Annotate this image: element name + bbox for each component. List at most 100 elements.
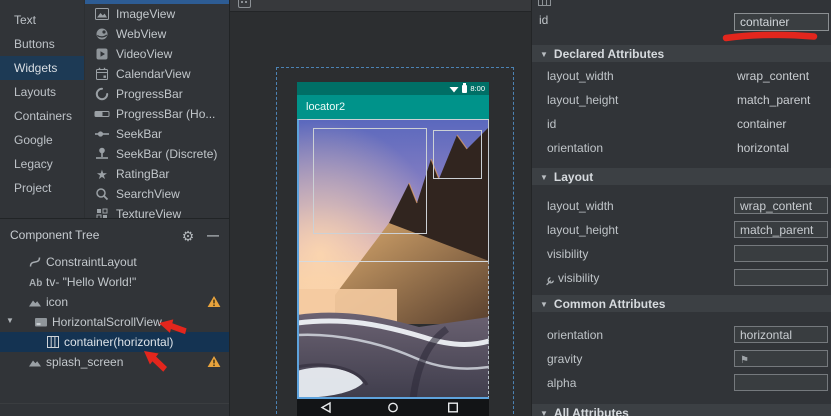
palette-category-text[interactable]: Text <box>0 8 84 32</box>
attr-row-visibility: visibility <box>532 242 831 266</box>
palette-category-widgets[interactable]: Widgets <box>0 56 84 80</box>
tree-item-icon[interactable]: icon <box>0 292 229 312</box>
component-tree-title: Component Tree <box>10 219 99 252</box>
svg-text:Ab: Ab <box>29 278 42 289</box>
attr-row-gravity: gravity ⚑ <box>532 347 831 371</box>
palette-widget-progressbar-horizontal[interactable]: ProgressBar (Ho... <box>85 104 229 124</box>
progressbar-icon <box>94 86 110 102</box>
attr-value-input[interactable] <box>734 269 828 286</box>
palette-widget-list: ImageView WebView VideoView CalendarView… <box>84 0 229 218</box>
palette-widget-seekbar[interactable]: SeekBar <box>85 124 229 144</box>
attr-row-layout-width: layout_width wrap_content <box>532 64 831 88</box>
attr-value-input[interactable]: wrap_content <box>734 197 828 214</box>
palette-widget-calendarview[interactable]: CalendarView <box>85 64 229 84</box>
palette-widget-ratingbar[interactable]: ★ RatingBar <box>85 164 229 184</box>
textureview-icon <box>94 206 110 218</box>
tree-item-label: HorizontalScrollView <box>52 315 162 329</box>
attr-value[interactable]: horizontal <box>737 136 789 160</box>
gear-icon[interactable]: ⚙ <box>179 227 197 245</box>
attr-row-orientation-declared: orientation horizontal <box>532 136 831 160</box>
tree-item-splash-screen[interactable]: splash_screen <box>0 352 229 372</box>
chevron-expanded-icon[interactable]: ▼ <box>6 316 14 325</box>
section-declared-attributes[interactable]: ▼Declared Attributes <box>532 45 831 62</box>
palette-widget-webview[interactable]: WebView <box>85 24 229 44</box>
wrench-icon <box>545 273 555 291</box>
palette-widget-imageview[interactable]: ImageView <box>85 4 229 24</box>
warning-icon[interactable] <box>207 355 221 371</box>
palette-category-buttons[interactable]: Buttons <box>0 32 84 56</box>
ratingbar-icon: ★ <box>94 166 110 182</box>
hide-panel-icon[interactable]: — <box>204 227 222 245</box>
palette-category-containers[interactable]: Containers <box>0 104 84 128</box>
device-app-bar: locator2 <box>297 95 489 119</box>
section-layout[interactable]: ▼ Layout <box>532 168 831 185</box>
palette-widget-label: ProgressBar (Ho... <box>116 107 215 121</box>
tree-item-label: container(horizontal) <box>64 335 173 349</box>
imageview-icon <box>94 6 110 22</box>
palette-category-project[interactable]: Project <box>0 176 84 200</box>
constraintlayout-icon <box>28 255 42 269</box>
palette-category-layouts[interactable]: Layouts <box>0 80 84 104</box>
palette-widget-label: SeekBar <box>116 127 162 141</box>
warning-icon[interactable] <box>207 295 221 311</box>
section-all-attributes[interactable]: ▼ All Attributes <box>532 404 831 416</box>
device-nav-bar <box>297 399 489 416</box>
palette-widget-label: RatingBar <box>116 167 169 181</box>
attr-value[interactable]: match_parent <box>737 88 810 112</box>
tree-item-constraintlayout[interactable]: ConstraintLayout <box>0 252 229 272</box>
tree-item-tv[interactable]: Ab tv- "Hello World!" <box>0 272 229 292</box>
palette-category-legacy[interactable]: Legacy <box>0 152 84 176</box>
palette-category-google[interactable]: Google <box>0 128 84 152</box>
tree-item-label: splash_screen <box>46 355 123 369</box>
attr-row-tools-visibility: visibility <box>532 266 831 290</box>
videoview-icon <box>94 46 110 62</box>
back-icon <box>322 403 330 412</box>
palette-widget-label: CalendarView <box>116 67 191 81</box>
canvas-toolbar-strip <box>230 0 531 12</box>
attr-row-id: id container <box>532 8 831 32</box>
attr-value-input[interactable]: match_parent <box>734 221 828 238</box>
attr-label: gravity <box>547 347 582 371</box>
attr-value-input[interactable] <box>734 245 828 262</box>
imageview-icon <box>28 355 42 369</box>
section-common-attributes[interactable]: ▼Common Attributes <box>532 295 831 312</box>
chevron-down-icon: ▼ <box>540 409 548 416</box>
palette-widget-label: VideoView <box>116 47 172 61</box>
palette-widget-label: ProgressBar <box>116 87 183 101</box>
component-type-icon <box>538 0 551 6</box>
section-title: All Attributes <box>554 406 629 416</box>
palette-categories: Text Buttons Widgets Layouts Containers … <box>0 8 84 200</box>
palette-widget-textureview[interactable]: TextureView <box>85 204 229 218</box>
tree-item-container-horizontal[interactable]: container(horizontal) <box>0 332 229 352</box>
device-icon[interactable] <box>238 0 251 8</box>
attr-label: id <box>539 8 548 32</box>
progressbar-horizontal-icon <box>94 106 110 122</box>
attr-label: layout_width <box>547 194 614 218</box>
attr-row-id-declared: id container <box>532 112 831 136</box>
attr-label: visibility <box>547 242 588 266</box>
attr-value[interactable]: wrap_content <box>737 64 809 88</box>
palette-widget-seekbar-discrete[interactable]: SeekBar (Discrete) <box>85 144 229 164</box>
palette-widget-progressbar[interactable]: ProgressBar <box>85 84 229 104</box>
attr-value-input[interactable] <box>734 374 828 391</box>
design-canvas[interactable]: 8:00 locator2 <box>230 0 531 416</box>
attr-value[interactable]: container <box>737 112 786 136</box>
seekbar-icon <box>94 126 110 142</box>
attr-row-alpha: alpha <box>532 371 831 395</box>
section-title: Layout <box>554 170 593 184</box>
attr-label: visibility <box>558 266 599 290</box>
attr-value-input[interactable]: horizontal <box>734 326 828 343</box>
tree-item-horizontalscrollview[interactable]: ▼ HorizontalScrollView <box>0 312 229 332</box>
chevron-down-icon: ▼ <box>540 173 548 182</box>
section-title: Declared Attributes <box>554 47 664 61</box>
imageview-icon <box>28 295 42 309</box>
flag-icon[interactable]: ⚑ <box>740 355 749 366</box>
component-tree-header: Component Tree ⚙ — <box>0 219 229 252</box>
palette-widget-searchview[interactable]: SearchView <box>85 184 229 204</box>
palette-widget-videoview[interactable]: VideoView <box>85 44 229 64</box>
seekbar-discrete-icon <box>94 146 110 162</box>
id-input[interactable]: container <box>734 13 829 31</box>
device-preview[interactable]: 8:00 locator2 <box>297 82 489 416</box>
attr-value-input[interactable]: ⚑ <box>734 350 828 367</box>
palette-widget-label: SeekBar (Discrete) <box>116 147 217 161</box>
